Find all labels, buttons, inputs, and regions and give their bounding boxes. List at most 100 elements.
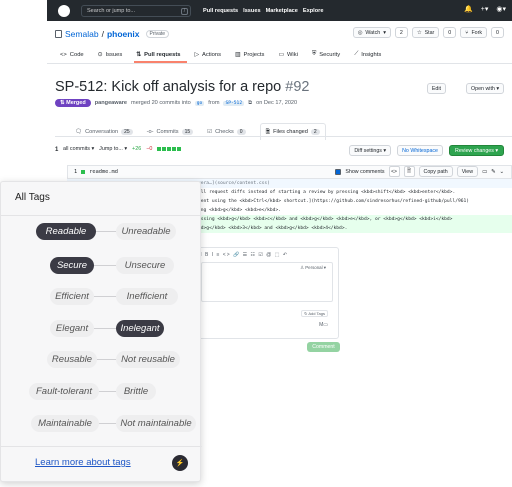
- pencil-icon[interactable]: ✎: [491, 169, 495, 175]
- tab-counter: 2: [310, 129, 320, 135]
- tag-elegant[interactable]: Elegant: [50, 320, 94, 337]
- base-branch[interactable]: go: [194, 100, 205, 106]
- star-count[interactable]: 0: [443, 27, 457, 38]
- shield-icon: ⛨: [311, 51, 317, 57]
- file-change-count: 1: [74, 169, 78, 175]
- editor-toolbar[interactable]: H B I ≡ <> 🔗 ☰ ☷ ☑ @ ⬚ ↶: [198, 252, 288, 258]
- book-icon: ▭: [278, 51, 284, 58]
- show-comments-checkbox[interactable]: [335, 168, 342, 175]
- tab-issues[interactable]: ⊙ Issues: [98, 51, 123, 58]
- tab-commits[interactable]: -o- Commits 15: [147, 128, 194, 135]
- tag-pair-row: Maintainable Not maintainable: [1, 415, 202, 437]
- search-shortcut-hint: /: [181, 7, 188, 15]
- project-icon: ▥: [235, 51, 241, 58]
- comment-button[interactable]: Comment: [307, 342, 340, 352]
- learn-more-link[interactable]: Learn more about tags: [35, 457, 131, 468]
- tab-security[interactable]: ⛨ Security: [312, 51, 340, 58]
- tab-files-changed[interactable]: 🗎 Files changed 2: [259, 123, 326, 140]
- tag-efficient[interactable]: Efficient: [50, 288, 94, 305]
- plus-icon[interactable]: +▾: [481, 5, 489, 13]
- nav-marketplace[interactable]: Marketplace: [266, 8, 298, 14]
- chevron-down-icon[interactable]: ⌄: [500, 169, 504, 175]
- no-whitespace-button[interactable]: No Whitespace: [397, 145, 443, 156]
- tab-pull-requests[interactable]: ⇅ Pull requests: [136, 51, 180, 58]
- fork-count[interactable]: 0: [491, 27, 504, 38]
- tab-conversation[interactable]: 🗨 Conversation 25: [75, 128, 133, 135]
- pr-icon: ⇅: [136, 51, 142, 58]
- tag-fault-tolerant[interactable]: Fault-tolerant: [29, 383, 99, 400]
- review-changes-button[interactable]: Review changes ▾: [449, 145, 504, 156]
- diffstat-square: [81, 170, 86, 174]
- tag-pair-row: Readable Unreadable: [1, 223, 202, 245]
- tag-readable[interactable]: Readable: [36, 223, 96, 240]
- repo-name-link[interactable]: phoenix: [107, 29, 140, 39]
- tag-unsecure[interactable]: Unsecure: [116, 257, 174, 274]
- global-nav: Pull requests Issues Marketplace Explore: [203, 8, 323, 14]
- repo-actions: ◎ Watch ▾ 2 ☆ Star 0 ⑂ Fork 0: [352, 27, 504, 38]
- fork-button[interactable]: ⑂ Fork: [460, 27, 488, 38]
- source-diff-icon[interactable]: <>: [388, 166, 400, 177]
- divider: [47, 63, 512, 64]
- star-button[interactable]: ☆ Star: [411, 27, 440, 38]
- tag-reusable[interactable]: Reusable: [47, 351, 97, 368]
- markdown-icon[interactable]: M▭: [319, 322, 328, 328]
- merge-date: on Dec 17, 2020: [256, 100, 298, 106]
- nav-issues[interactable]: Issues: [243, 8, 260, 14]
- add-tags-button[interactable]: ↻ Add Tags: [301, 310, 328, 317]
- tags-panel-title: All Tags: [15, 192, 50, 203]
- file-name[interactable]: readme.md: [89, 169, 118, 175]
- tab-code[interactable]: <> Code: [60, 51, 84, 58]
- merged-label: Merged: [66, 100, 86, 106]
- watch-button[interactable]: ◎ Watch ▾: [352, 27, 391, 38]
- code-icon: <>: [60, 51, 67, 58]
- nav-explore[interactable]: Explore: [303, 8, 324, 14]
- pr-author[interactable]: pangeaware: [95, 100, 127, 106]
- tab-projects[interactable]: ▥ Projects: [235, 51, 264, 58]
- sema-logo-icon[interactable]: ⚡: [172, 455, 188, 471]
- additions-count: +26: [132, 146, 142, 152]
- jump-to-selector[interactable]: Jump to... ▾: [99, 146, 127, 152]
- tag-pair-row: Reusable Not reusable: [1, 351, 202, 373]
- tag-inefficient[interactable]: Inefficient: [116, 288, 178, 305]
- open-with-button[interactable]: Open with ▾: [466, 83, 504, 94]
- tag-unreadable[interactable]: Unreadable: [116, 223, 176, 240]
- tab-label: Security: [319, 51, 341, 58]
- tag-brittle[interactable]: Brittle: [116, 383, 156, 400]
- watch-label: Watch: [365, 29, 381, 36]
- from-text: from: [208, 100, 220, 106]
- tab-label: Checks: [215, 128, 234, 135]
- search-input[interactable]: Search or jump to... /: [81, 4, 191, 17]
- repo-title: Semalab / phoenix Private: [55, 29, 170, 39]
- bell-icon[interactable]: 🔔: [464, 5, 473, 13]
- file-tools: Show comments <> 🗎 Copy path View ▭ ✎ ⌄: [335, 166, 504, 177]
- head-branch[interactable]: SP-512: [223, 100, 245, 106]
- tab-checks[interactable]: ☑ Checks 0: [207, 128, 246, 135]
- desktop-icon[interactable]: ▭: [482, 169, 487, 175]
- show-comments-label: Show comments: [345, 168, 385, 175]
- commits-selector[interactable]: all commits ▾: [63, 146, 94, 152]
- tag-secure[interactable]: Secure: [50, 257, 94, 274]
- tag-not-maintainable[interactable]: Not maintainable: [116, 415, 196, 432]
- avatar[interactable]: ◉▾: [496, 5, 506, 13]
- repo-owner-link[interactable]: Semalab: [65, 29, 99, 39]
- checks-icon: ☑: [207, 128, 213, 135]
- tag-maintainable[interactable]: Maintainable: [31, 415, 99, 432]
- tag-not-reusable[interactable]: Not reusable: [116, 351, 180, 368]
- watch-count[interactable]: 2: [394, 27, 408, 38]
- rich-diff-icon[interactable]: 🗎: [403, 166, 415, 177]
- github-logo-icon[interactable]: [58, 4, 70, 17]
- tab-wiki[interactable]: ▭ Wiki: [278, 51, 297, 58]
- view-file-button[interactable]: View: [456, 166, 479, 177]
- diff-settings-button[interactable]: Diff settings ▾: [349, 145, 392, 156]
- tag-pair-row: Fault-tolerant Brittle: [1, 383, 202, 405]
- tag-inelegant[interactable]: Inelegant: [116, 320, 164, 337]
- edit-button[interactable]: Edit: [426, 83, 446, 94]
- diff-toolbar: all commits ▾ Jump to... ▾ +26 −0: [63, 146, 182, 152]
- personal-selector[interactable]: ♙ Personal ▾: [300, 265, 326, 271]
- tab-insights[interactable]: ⟋ Insights: [354, 51, 381, 58]
- nav-pull-requests[interactable]: Pull requests: [203, 8, 238, 14]
- copy-path-button[interactable]: Copy path: [418, 166, 453, 177]
- tab-actions[interactable]: ▷ Actions: [195, 51, 221, 58]
- copy-icon[interactable]: ⧉: [248, 100, 252, 107]
- merged-badge: ⇅ Merged: [55, 99, 91, 107]
